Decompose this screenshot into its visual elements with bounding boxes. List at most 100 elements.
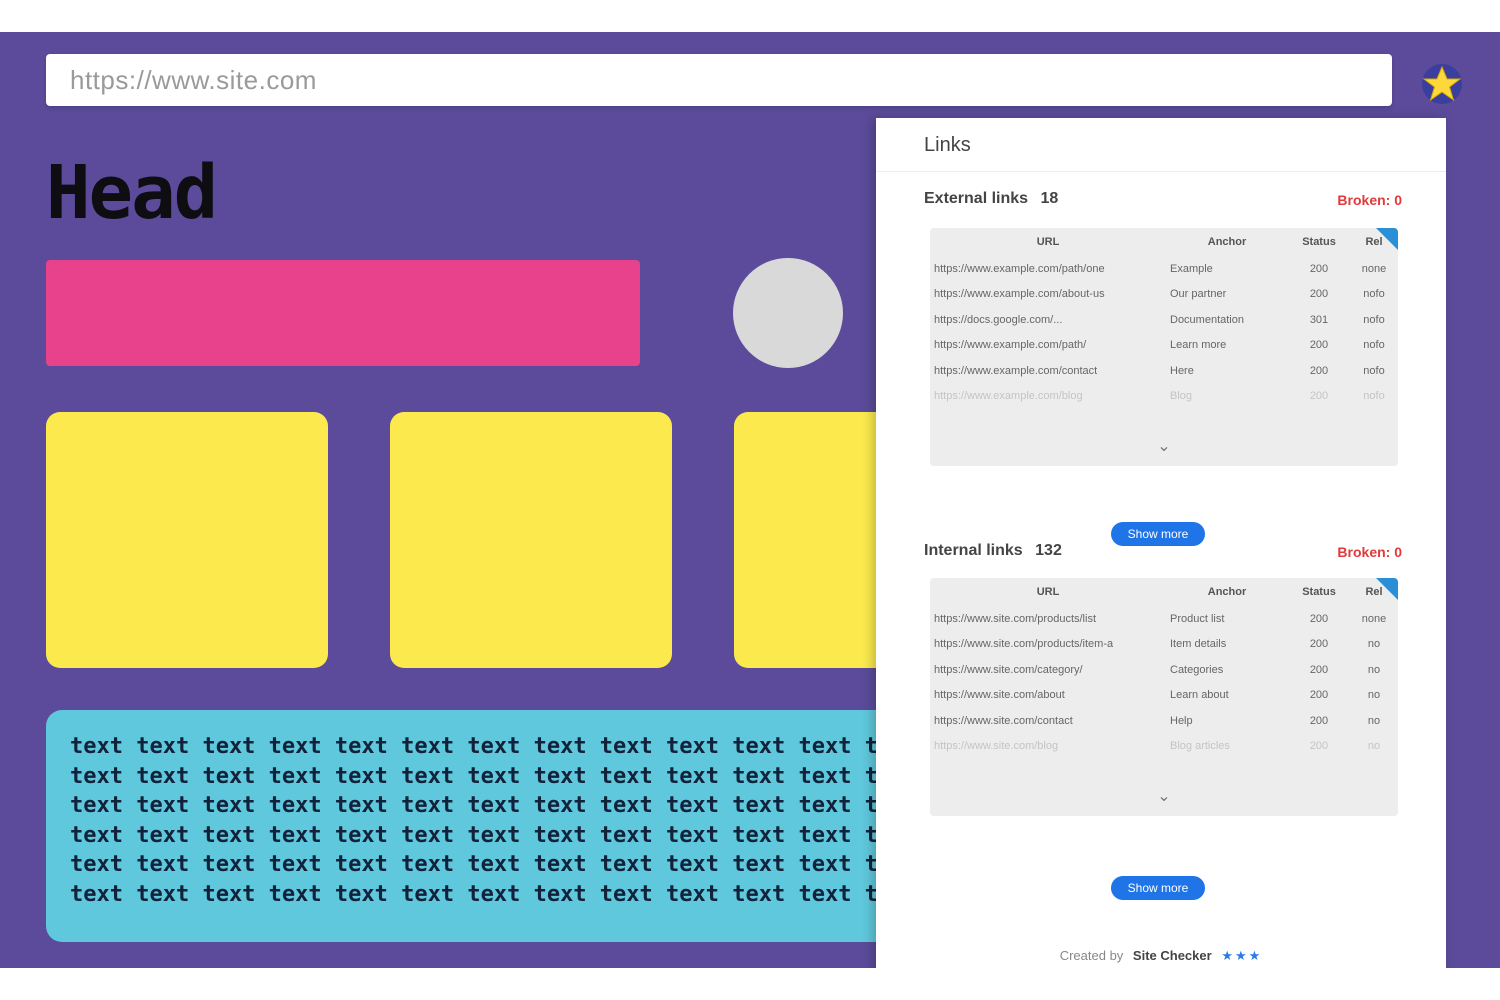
column-header[interactable]: Anchor — [1166, 228, 1288, 256]
link-rel: no — [1367, 714, 1381, 727]
internal-show-more-button[interactable]: Show more — [1111, 876, 1205, 900]
table-row[interactable]: https://www.example.com/blog Blog 200 nofo — [930, 384, 1398, 410]
link-status: 200 — [1309, 364, 1329, 377]
link-anchor: Blog — [1170, 390, 1193, 403]
table-row[interactable]: https://www.site.com/about Learn about 200… — [930, 683, 1398, 709]
link-rel: none — [1361, 612, 1387, 625]
link-anchor: Documentation — [1170, 313, 1244, 326]
text-line: text text text text text text text text … — [70, 881, 946, 907]
footer-brand[interactable]: Site Checker — [1133, 948, 1212, 963]
star-icon[interactable] — [1420, 62, 1464, 106]
table-row[interactable]: https://www.site.com/products/item-a Item… — [930, 632, 1398, 658]
link-rel: none — [1361, 262, 1387, 275]
table-header-row: URL Anchor Status Rel — [930, 578, 1398, 606]
text-line: text text text text text text text text … — [70, 734, 946, 759]
link-anchor: Blog articles — [1170, 740, 1230, 753]
chevron-down-icon[interactable]: ⌄ — [1157, 786, 1170, 806]
link-rel: nofo — [1363, 288, 1385, 301]
link-status: 301 — [1309, 313, 1329, 326]
link-url[interactable]: https://www.site.com/category/ — [930, 657, 1166, 683]
table-resize-handle[interactable] — [1376, 228, 1398, 250]
internal-broken-count: Broken: 0 — [1337, 544, 1402, 560]
link-status: 200 — [1309, 689, 1329, 702]
table-row[interactable]: https://www.site.com/products/list Produc… — [930, 606, 1398, 632]
avatar-placeholder — [733, 258, 843, 368]
table-row[interactable]: https://www.example.com/path/Learn more 2… — [930, 333, 1398, 359]
link-anchor: Item details — [1170, 638, 1227, 651]
link-url[interactable]: https://www.example.com/path/one — [930, 256, 1166, 282]
address-bar-url: https://www.site.com — [70, 64, 317, 95]
text-line: text text text text text text text text … — [70, 763, 946, 789]
chevron-down-icon[interactable]: ⌄ — [1157, 436, 1170, 456]
column-header[interactable]: URL — [930, 228, 1166, 256]
link-url[interactable]: https://docs.google.com/... — [930, 307, 1166, 333]
card-placeholder — [390, 412, 672, 668]
browser-viewport: https://www.site.com Head text text text… — [0, 32, 1500, 968]
link-status: 200 — [1309, 612, 1329, 625]
link-status: 200 — [1309, 288, 1329, 301]
table-row[interactable]: https://www.example.com/path/one Example 2… — [930, 256, 1398, 282]
column-header[interactable]: Anchor — [1166, 578, 1288, 606]
link-status: 200 — [1309, 663, 1329, 676]
column-header[interactable]: Status — [1288, 578, 1350, 606]
panel-footer: Created by Site Checker ★★★ — [876, 948, 1446, 964]
link-status: 200 — [1309, 339, 1329, 352]
footer-label: Created by — [1059, 948, 1124, 963]
banner-placeholder — [46, 260, 640, 366]
link-url[interactable]: https://www.site.com/contact — [930, 708, 1166, 734]
link-url[interactable]: https://www.example.com/path/ — [930, 333, 1166, 359]
link-anchor: Help — [1170, 714, 1193, 727]
link-rel: no — [1367, 663, 1381, 676]
link-rel: nofo — [1363, 339, 1385, 352]
rating-stars-icon[interactable]: ★★★ — [1221, 948, 1262, 963]
table-row[interactable]: https://www.example.com/contact Here 200 no… — [930, 358, 1398, 384]
link-url[interactable]: https://www.site.com/products/list — [930, 606, 1166, 632]
internal-links-title: Internal links — [924, 542, 1023, 559]
internal-links-count: 132 — [1035, 542, 1062, 559]
link-status: 200 — [1309, 740, 1329, 753]
address-bar[interactable]: https://www.site.com — [46, 54, 1392, 106]
link-status: 200 — [1309, 262, 1329, 275]
external-links-count: 18 — [1040, 190, 1059, 207]
link-rel: no — [1367, 740, 1381, 753]
link-status: 200 — [1309, 714, 1329, 727]
external-show-more-button[interactable]: Show more — [1111, 522, 1205, 546]
link-anchor: Our partner — [1170, 288, 1227, 301]
table-header-row: URL Anchor Status Rel — [930, 228, 1398, 256]
external-broken-count: Broken: 0 — [1337, 192, 1402, 208]
link-anchor: Here — [1170, 364, 1194, 377]
table-resize-handle[interactable] — [1376, 578, 1398, 600]
link-url[interactable]: https://www.site.com/products/item-a — [930, 632, 1166, 658]
link-url[interactable]: https://www.site.com/blog — [930, 734, 1166, 760]
link-url[interactable]: https://www.example.com/contact — [930, 358, 1166, 384]
internal-links-table: URL Anchor Status Rel https://www.site.c… — [930, 578, 1398, 816]
link-url[interactable]: https://www.site.com/about — [930, 683, 1166, 709]
table-row[interactable]: https://www.site.com/blog Blog articles 20… — [930, 734, 1398, 760]
link-anchor: Product list — [1170, 612, 1225, 625]
text-line: text text text text text text text text … — [70, 822, 946, 848]
link-url[interactable]: https://www.example.com/blog — [930, 384, 1166, 410]
link-rel: no — [1367, 689, 1381, 702]
link-rel: no — [1367, 638, 1381, 651]
link-status: 200 — [1309, 638, 1329, 651]
table-row[interactable]: https://www.example.com/about-us Our part… — [930, 282, 1398, 308]
column-header[interactable]: URL — [930, 578, 1166, 606]
table-row[interactable]: https://www.site.com/category/Categories… — [930, 657, 1398, 683]
column-header[interactable]: Status — [1288, 228, 1350, 256]
link-url[interactable]: https://www.example.com/about-us — [930, 282, 1166, 308]
link-anchor: Learn more — [1170, 339, 1227, 352]
table-row[interactable]: https://docs.google.com/... Documentation… — [930, 307, 1398, 333]
link-rel: nofo — [1363, 390, 1385, 403]
link-anchor: Categories — [1170, 663, 1224, 676]
table-row[interactable]: https://www.site.com/contact Help 200 no — [930, 708, 1398, 734]
link-status: 200 — [1309, 390, 1329, 403]
links-panel: Links External links 18 Broken: 0 URL An… — [876, 118, 1446, 968]
text-block: text text text text text text text text … — [46, 710, 946, 942]
link-rel: nofo — [1363, 364, 1385, 377]
text-line: text text text text text text text text … — [70, 852, 946, 877]
link-rel: nofo — [1363, 313, 1385, 326]
link-anchor: Example — [1170, 262, 1213, 275]
external-links-title: External links — [924, 190, 1029, 207]
internal-links-heading-text: Internal links 132 — [924, 542, 1062, 560]
page-heading: Head — [46, 150, 218, 236]
